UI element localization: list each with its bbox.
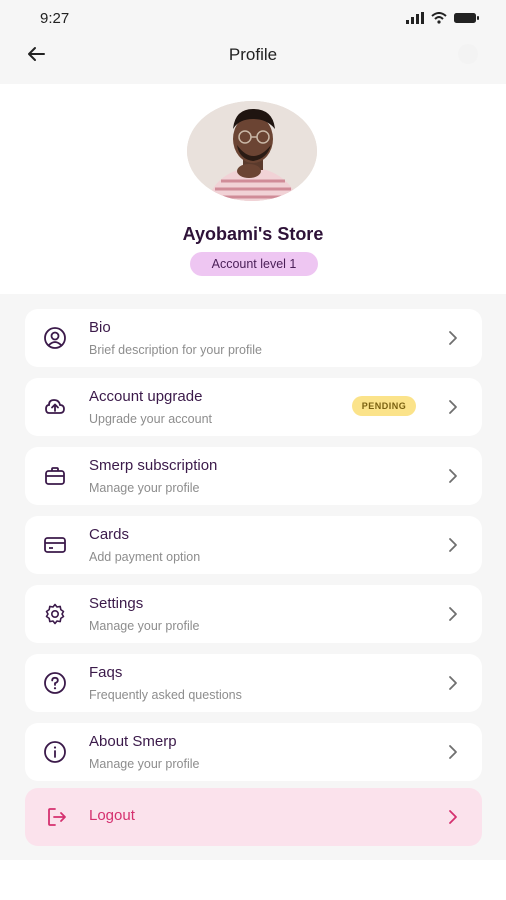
chevron-right-icon <box>449 676 457 690</box>
account-level-badge: Account level 1 <box>190 252 318 276</box>
pending-badge: PENDING <box>352 396 416 416</box>
menu-item-title: Settings <box>89 595 144 612</box>
menu-item-faqs[interactable]: Faqs Frequently asked questions <box>25 654 482 712</box>
user-circle-icon <box>44 327 66 349</box>
gear-icon <box>45 603 65 625</box>
nav-action-placeholder <box>458 44 478 64</box>
logout-icon <box>48 808 66 826</box>
menu-item-title: About Smerp <box>89 733 177 750</box>
menu-item-title: Account upgrade <box>89 388 203 405</box>
logout-label: Logout <box>89 807 135 824</box>
logout-button[interactable]: Logout <box>25 788 482 846</box>
menu-item-cards[interactable]: Cards Add payment option <box>25 516 482 574</box>
menu-item-subtitle: Frequently asked questions <box>89 688 242 702</box>
briefcase-icon <box>45 467 65 485</box>
profile-menu: Bio Brief description for your profile A… <box>0 294 506 860</box>
top-area: 9:27 Profile <box>0 0 506 84</box>
credit-card-icon <box>44 537 66 553</box>
chevron-right-icon <box>449 400 457 414</box>
menu-item-smerp-subscription[interactable]: Smerp subscription Manage your profile <box>25 447 482 505</box>
chevron-right-icon <box>449 607 457 621</box>
menu-item-subtitle: Manage your profile <box>89 481 200 495</box>
question-circle-icon <box>44 672 66 694</box>
menu-item-bio[interactable]: Bio Brief description for your profile <box>25 309 482 367</box>
menu-item-title: Faqs <box>89 664 123 681</box>
menu-item-subtitle: Manage your profile <box>89 757 200 771</box>
avatar-image <box>187 101 317 201</box>
chevron-right-icon <box>449 745 457 759</box>
nav-bar: Profile <box>0 36 506 76</box>
status-time: 9:27 <box>40 10 70 27</box>
store-name: Ayobami's Store <box>182 224 324 244</box>
menu-item-about-smerp[interactable]: About Smerp Manage your profile <box>25 723 482 781</box>
menu-item-subtitle: Manage your profile <box>89 619 200 633</box>
menu-item-title: Bio <box>89 319 111 336</box>
menu-item-account-upgrade[interactable]: Account upgrade Upgrade your account PEN… <box>25 378 482 436</box>
cloud-upload-icon <box>45 399 65 414</box>
avatar[interactable] <box>187 101 317 201</box>
profile-header: Ayobami's Store Account level 1 <box>0 84 506 294</box>
menu-item-subtitle: Brief description for your profile <box>89 343 262 357</box>
menu-item-title: Cards <box>89 526 130 543</box>
status-bar: 9:27 <box>0 0 506 36</box>
info-circle-icon <box>44 741 66 763</box>
profile-screen: 9:27 Profile Ayobami's Store Account lev… <box>0 0 506 900</box>
menu-item-subtitle: Add payment option <box>89 550 201 564</box>
battery-icon <box>454 13 479 23</box>
menu-item-subtitle: Upgrade your account <box>89 412 212 426</box>
menu-item-title: Smerp subscription <box>89 457 218 474</box>
chevron-right-icon <box>449 469 457 483</box>
status-icons <box>406 12 480 24</box>
chevron-right-icon <box>449 331 457 345</box>
chevron-right-icon <box>449 538 457 552</box>
chevron-right-icon <box>449 810 457 824</box>
wifi-icon <box>431 12 447 24</box>
menu-item-settings[interactable]: Settings Manage your profile <box>25 585 482 643</box>
page-title: Profile <box>228 45 278 64</box>
signal-icon <box>406 12 424 24</box>
